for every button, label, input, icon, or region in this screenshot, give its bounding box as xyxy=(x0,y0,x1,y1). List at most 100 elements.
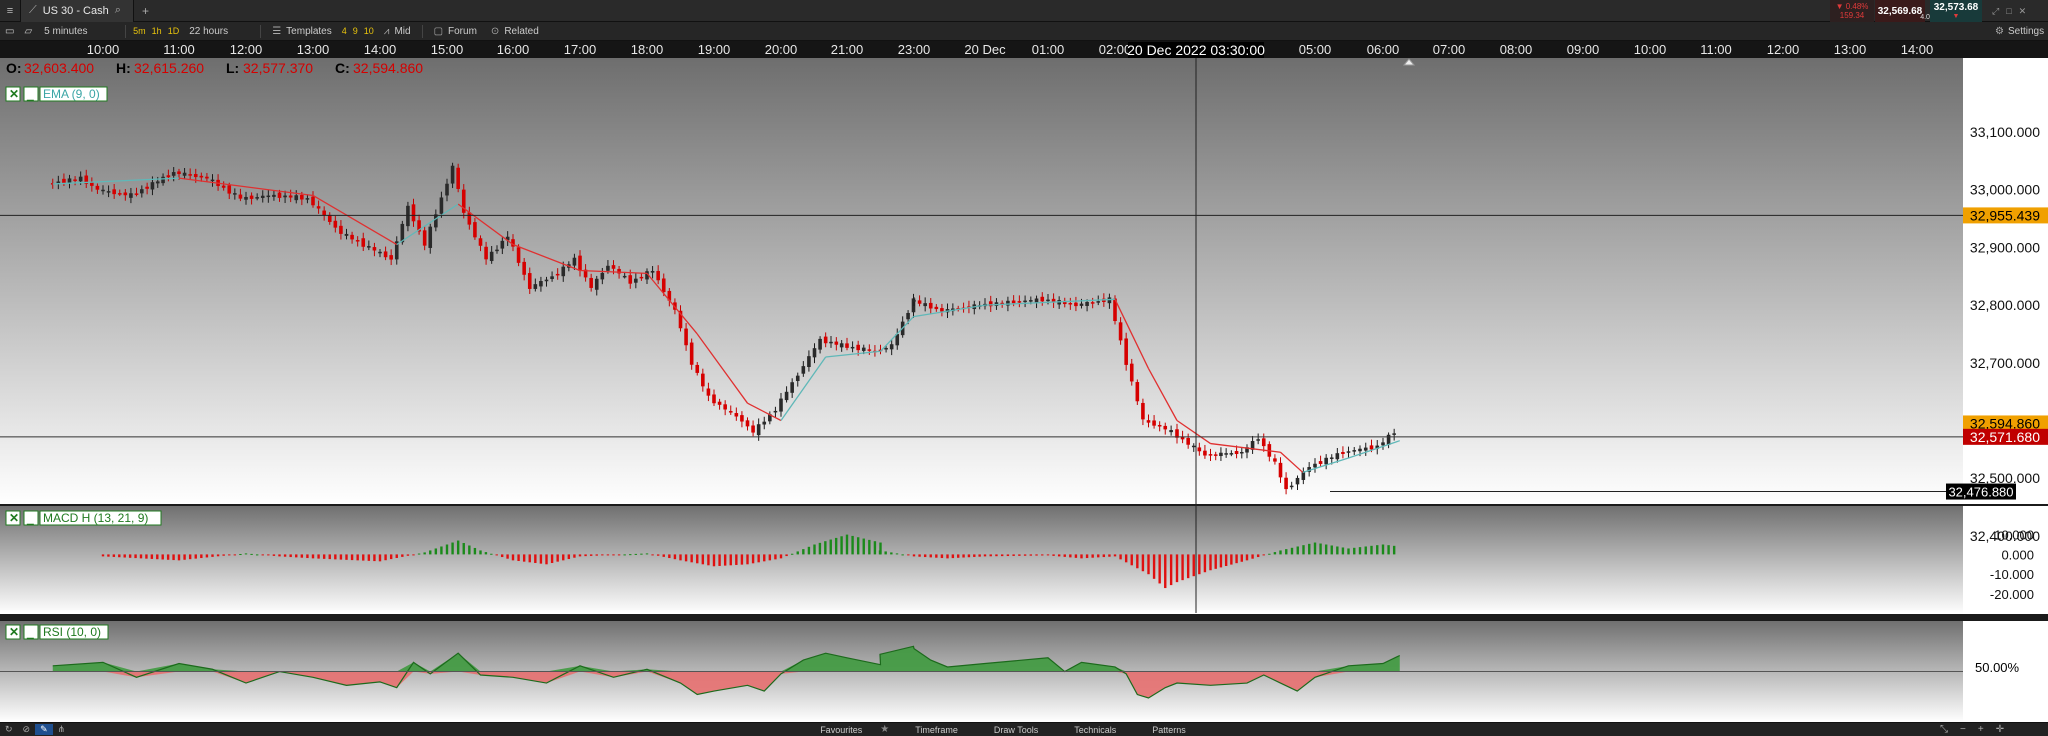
time-tick-label: 14:00 xyxy=(364,42,397,57)
menu-icon[interactable]: ≡ xyxy=(0,0,21,22)
magnet-icon[interactable]: ⋔ xyxy=(53,724,71,735)
template-slot-10[interactable]: 10 xyxy=(361,26,377,36)
macd-bar xyxy=(751,554,755,564)
chart-area[interactable]: 10:00 11:00 12:00 13:00 14:00 15:00 16:00 17:00… xyxy=(0,41,2048,722)
maximize-icon[interactable]: □ xyxy=(2006,6,2011,16)
macd-bar xyxy=(1085,554,1089,559)
candle-body xyxy=(255,197,259,199)
refresh-icon[interactable]: ↻ xyxy=(0,724,18,735)
pen-icon[interactable]: ✎ xyxy=(35,724,53,735)
star-icon[interactable]: ★ xyxy=(880,724,897,735)
interval-1h[interactable]: 1h xyxy=(149,26,165,36)
timeframe-button[interactable]: Timeframe xyxy=(897,725,976,735)
macd-bar xyxy=(946,554,949,559)
popout-icon[interactable]: ⤢ xyxy=(1992,6,1999,17)
candle-body xyxy=(95,185,100,190)
time-tick-label: 05:00 xyxy=(1299,42,1332,57)
minimize-icon: _ xyxy=(26,511,34,525)
search-icon[interactable]: ⌕ xyxy=(115,4,121,17)
ohlc-close: 32,594.860 xyxy=(353,60,423,76)
close-window-icon[interactable]: ✕ xyxy=(2019,6,2027,17)
macd-bar xyxy=(479,550,482,555)
template-slot-9[interactable]: 9 xyxy=(350,26,361,36)
candle-body xyxy=(745,420,750,427)
macd-bar xyxy=(1296,546,1299,555)
time-tick-label: 09:00 xyxy=(1567,42,1600,57)
patterns-button[interactable]: Patterns xyxy=(1134,725,1204,735)
candle-body xyxy=(233,193,237,195)
candle-body xyxy=(1163,425,1168,430)
candle-body xyxy=(1229,453,1234,455)
new-tab-button[interactable]: + xyxy=(134,4,157,18)
macd-bar xyxy=(1080,554,1083,559)
tab-us30-cash[interactable]: ⟋ US 30 - Cash ⌕ xyxy=(21,0,134,22)
candle-body xyxy=(695,364,700,373)
macd-bar xyxy=(216,554,220,557)
related-button[interactable]: ⊙ Related xyxy=(484,22,546,41)
candle-body xyxy=(140,189,144,194)
settings-button[interactable]: ⚙ Settings xyxy=(1988,22,2048,41)
macd-bar xyxy=(1256,554,1260,558)
macd-bar xyxy=(768,554,772,561)
favourites-button[interactable]: Favourites xyxy=(802,725,880,735)
template-slot-4[interactable]: 4 xyxy=(339,26,350,36)
pin-icon[interactable]: ▱ xyxy=(19,22,37,41)
chart-line-icon: ⟋ xyxy=(29,4,37,16)
minimize-icon: _ xyxy=(26,625,34,639)
macd-bar xyxy=(434,548,438,555)
candle-body xyxy=(1313,463,1317,468)
ohlc-low-label: L: xyxy=(226,60,239,76)
candle-body xyxy=(740,415,744,422)
ask-button[interactable]: 32,573.68 ▼ xyxy=(1930,0,1982,22)
candle-body xyxy=(1011,300,1016,304)
macd-bar xyxy=(417,553,421,555)
candle-body xyxy=(1074,302,1078,307)
macd-bar xyxy=(629,554,632,556)
candle-body xyxy=(650,270,655,273)
macd-bar xyxy=(406,554,410,556)
macd-pane[interactable] xyxy=(0,506,1963,614)
macd-bar xyxy=(233,554,237,556)
price-mode-button[interactable]: ⩘ Mid xyxy=(377,22,418,41)
candle-body xyxy=(1208,454,1213,456)
candle-body xyxy=(1191,445,1196,448)
layout-icon[interactable]: ▭ xyxy=(0,22,19,41)
candle-body xyxy=(288,195,293,198)
crosshair-icon[interactable]: ✛ xyxy=(1996,724,2004,735)
macd-bar xyxy=(1164,554,1167,589)
macd-bar xyxy=(177,554,181,561)
candle-body xyxy=(706,388,711,396)
candle-body xyxy=(1124,338,1128,365)
candle-body xyxy=(912,300,916,302)
bottom-toolbar: ↻ ⊘ ✎ ⋔ Favourites ★ Timeframe Draw Tool… xyxy=(0,722,2048,736)
ohlc-open-label: O: xyxy=(6,60,22,76)
time-tick-label: 13:00 xyxy=(1834,42,1867,57)
macd-bar xyxy=(973,554,976,557)
time-tick-label: 11:00 xyxy=(1700,42,1732,57)
draw-tools-button[interactable]: Draw Tools xyxy=(976,725,1056,735)
interval-dropdown[interactable]: 5 minutes xyxy=(37,22,121,41)
macd-bar xyxy=(1063,554,1066,557)
macd-bar xyxy=(1214,554,1217,569)
pane-divider xyxy=(0,504,2048,506)
candle-body xyxy=(1090,302,1095,304)
zoom-out-icon[interactable]: − xyxy=(1960,724,1966,735)
eraser-icon[interactable]: ⊘ xyxy=(18,724,36,735)
expand-icon[interactable]: ⤡ xyxy=(1940,724,1948,735)
templates-button[interactable]: ☰ Templates xyxy=(265,22,339,41)
zoom-in-icon[interactable]: + xyxy=(1978,724,1984,735)
candle-body xyxy=(1040,296,1045,302)
candle-body xyxy=(850,346,855,349)
interval-1d[interactable]: 1D xyxy=(165,26,183,36)
macd-bar xyxy=(500,554,504,558)
forum-button[interactable]: ▢ Forum xyxy=(427,22,484,41)
interval-5m[interactable]: 5m xyxy=(130,26,149,36)
technicals-button[interactable]: Technicals xyxy=(1056,725,1134,735)
range-dropdown[interactable]: 22 hours xyxy=(182,22,256,41)
candle-body xyxy=(272,194,276,197)
macd-bar xyxy=(840,536,843,555)
candle-body xyxy=(145,186,149,189)
candle-body xyxy=(611,265,616,269)
candle-body xyxy=(1318,461,1323,464)
macd-bar xyxy=(1336,546,1339,555)
